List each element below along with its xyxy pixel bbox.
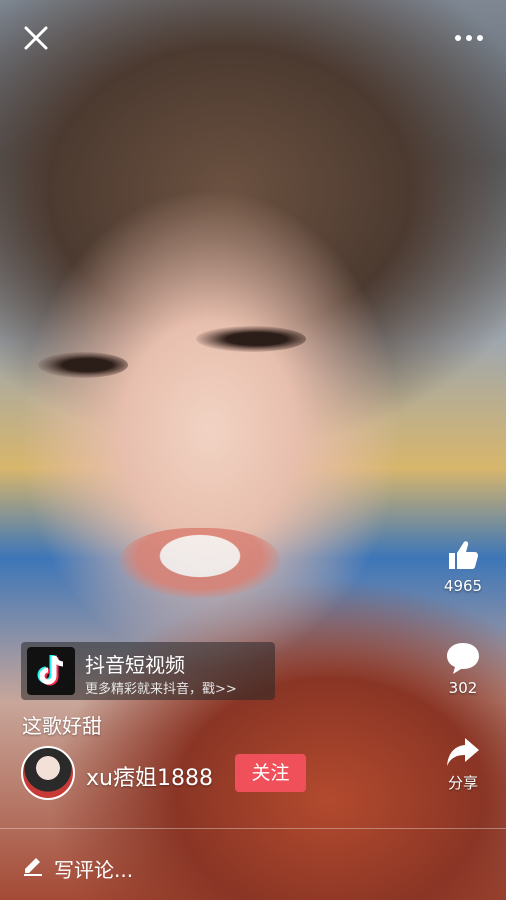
- comment-bubble-icon: [447, 643, 479, 674]
- video-detail-smile: [120, 528, 280, 598]
- author-avatar[interactable]: [21, 746, 75, 800]
- thumbs-up-icon: [449, 541, 478, 569]
- like-count: 4965: [443, 577, 483, 595]
- close-icon[interactable]: [22, 24, 50, 52]
- promo-title: 抖音短视频: [85, 653, 185, 677]
- douyin-promo-banner[interactable]: 抖音短视频 更多精彩就来抖音，戳>>: [21, 642, 275, 700]
- video-detail-right-eye: [196, 326, 306, 352]
- video-detail-left-eye: [38, 352, 128, 378]
- share-arrow-icon: [447, 738, 479, 766]
- comment-placeholder: 写评论...: [54, 858, 134, 882]
- comment-button[interactable]: 302: [436, 641, 490, 697]
- promo-subtitle: 更多精彩就来抖音，戳>>: [85, 682, 237, 697]
- share-label: 分享: [447, 774, 478, 792]
- follow-button[interactable]: 关注: [235, 754, 306, 792]
- more-options-icon[interactable]: [452, 30, 486, 44]
- douyin-logo-icon: [27, 647, 75, 695]
- like-button[interactable]: 4965: [436, 537, 490, 595]
- author-username[interactable]: xu痞姐1888: [86, 760, 213, 792]
- comment-count: 302: [448, 679, 478, 697]
- comment-input-bar[interactable]: 写评论...: [0, 828, 506, 901]
- pencil-icon: [24, 858, 42, 876]
- video-caption: 这歌好甜: [22, 714, 102, 738]
- share-button[interactable]: 分享: [436, 736, 490, 793]
